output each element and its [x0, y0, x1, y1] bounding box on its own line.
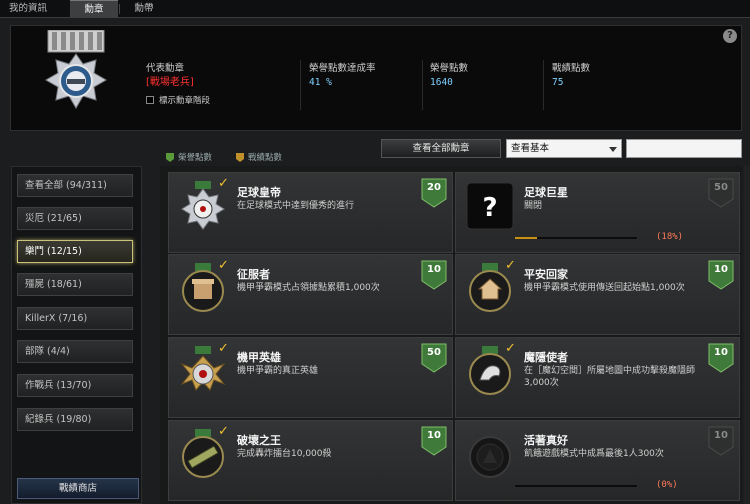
progress-bar: [514, 236, 638, 240]
help-icon[interactable]: ?: [723, 29, 737, 43]
top-tabs: 我的資訊 勳章 勳帶: [0, 0, 750, 18]
combat-points-value: 75: [552, 77, 564, 88]
honor-rate-value: 41 %: [309, 77, 332, 88]
sidebar-item[interactable]: 作戰兵 (13/70): [17, 374, 133, 397]
chevron-down-icon: [609, 147, 617, 152]
honor-points-badge: 10: [708, 426, 734, 456]
view-all-medals-button[interactable]: 查看全部勳章: [381, 139, 501, 158]
honor-badge-icon: [166, 152, 174, 162]
divider: [300, 60, 301, 110]
points-value: 10: [714, 347, 728, 358]
combat-points-label: 戰績點數: [552, 63, 591, 74]
medal-name: 活著真好: [524, 434, 568, 447]
scrollbar[interactable]: [744, 166, 750, 504]
sidebar-item[interactable]: 紀錄兵 (19/80): [17, 408, 133, 431]
points-value: 50: [427, 347, 441, 358]
divider: [422, 60, 423, 110]
honor-points-badge: 10: [708, 343, 734, 373]
medal-description: 關閉: [524, 201, 543, 211]
progress-percent: (0%): [656, 480, 678, 490]
sidebar-item[interactable]: 樂鬥 (12/15): [17, 240, 133, 263]
medal-card[interactable]: 活著真好飢餓遊戲模式中成爲最後1人300次 10 (0%): [455, 420, 740, 501]
medal-name: 破壞之王: [237, 434, 281, 447]
honor-points-value: 1640: [430, 77, 453, 88]
medal-description: 飢餓遊戲模式中成爲最後1人300次: [524, 449, 664, 459]
medal-description: 在［魔幻空間］所屬地圖中成功擊殺魔隱師3,000次: [524, 366, 696, 388]
medal-card[interactable]: ? 足球巨星關閉 50 (18%): [455, 172, 740, 253]
honor-points-label: 榮譽點數: [430, 63, 469, 74]
checkmark-icon: ✓: [218, 176, 229, 191]
rep-medal-label: 代表勳章: [146, 63, 185, 74]
sidebar-item[interactable]: 災厄 (21/65): [17, 207, 133, 230]
filter-select[interactable]: 查看基本: [506, 139, 622, 158]
medal-name: 魔隱使者: [524, 351, 568, 364]
tab-medals[interactable]: 勳章: [70, 0, 118, 18]
combat-badge-icon: [236, 152, 244, 162]
medal-description: 機甲爭霸模式占領據點累積1,000次: [237, 283, 380, 293]
honor-points-badge: 10: [421, 426, 447, 456]
medal-name: 足球皇帝: [237, 186, 281, 199]
survivor-medal-icon: [469, 436, 511, 478]
checkmark-icon: ✓: [505, 341, 516, 356]
medal-card[interactable]: ✓ 征服者機甲爭霸模式占領據點累積1,000次 10: [168, 254, 453, 335]
medal-description: 機甲爭霸的真正英雄: [237, 366, 319, 376]
legend-honor: 榮譽點數: [166, 151, 212, 163]
sidebar-item[interactable]: 部隊 (4/4): [17, 340, 133, 363]
medal-card[interactable]: ✓ 機甲英雄機甲爭霸的真正英雄 50: [168, 337, 453, 418]
show-grade-label: 標示勳章階段: [159, 96, 211, 106]
progress-percent: (18%): [656, 232, 684, 242]
medal-card[interactable]: ✓ 足球皇帝在足球模式中達到優秀的進行 20: [168, 172, 453, 253]
medal-name: 征服者: [237, 268, 270, 281]
question-icon: ?: [466, 182, 514, 230]
medal-description: 機甲爭霸模式使用傳送回起始點1,000次: [524, 283, 685, 293]
tab-my-info[interactable]: 我的資訊: [0, 0, 56, 18]
honor-points-badge: 50: [421, 343, 447, 373]
points-value: 10: [427, 430, 441, 441]
medal-summary-panel: [10, 25, 742, 131]
checkmark-icon: ✓: [505, 258, 516, 273]
sidebar-item[interactable]: 查看全部 (94/311): [17, 174, 133, 197]
sidebar-item[interactable]: KillerX (7/16): [17, 307, 133, 330]
honor-points-badge: 20: [421, 178, 447, 208]
checkmark-icon: ✓: [218, 341, 229, 356]
sidebar-item[interactable]: 殭屍 (18/61): [17, 273, 133, 296]
search-input[interactable]: [626, 139, 742, 158]
divider: [543, 60, 544, 110]
honor-rate-label: 榮譽點數達成率: [309, 63, 376, 74]
checkmark-icon: ✓: [218, 424, 229, 439]
checkmark-icon: ✓: [218, 258, 229, 273]
points-value: 10: [714, 430, 728, 441]
medal-description: 完成轟炸擂台10,000殺: [237, 449, 332, 459]
medal-card[interactable]: ✓ 平安回家機甲爭霸模式使用傳送回起始點1,000次 10: [455, 254, 740, 335]
legend-combat: 戰績點數: [236, 151, 282, 163]
medal-name: 平安回家: [524, 268, 568, 281]
honor-points-badge: 10: [708, 260, 734, 290]
svg-text:?: ?: [482, 193, 497, 223]
progress-bar: [514, 484, 638, 488]
combat-shop-button[interactable]: 戰績商店: [17, 478, 139, 499]
honor-points-badge: 10: [421, 260, 447, 290]
show-grade-checkbox[interactable]: [146, 96, 154, 104]
medal-description: 在足球模式中達到優秀的進行: [237, 201, 355, 211]
points-value: 10: [427, 264, 441, 275]
points-value: 50: [714, 182, 728, 193]
honor-points-badge: 50: [708, 178, 734, 208]
rep-medal-name: [戰場老兵]: [146, 77, 194, 88]
representative-medal-icon: [45, 30, 107, 109]
points-value: 10: [714, 264, 728, 275]
points-value: 20: [427, 182, 441, 193]
medal-name: 機甲英雄: [237, 351, 281, 364]
progress-fill: [515, 237, 537, 239]
medal-card[interactable]: ✓ 魔隱使者在［魔幻空間］所屬地圖中成功擊殺魔隱師3,000次 10: [455, 337, 740, 418]
tab-ribbons[interactable]: 勳帶: [119, 0, 164, 18]
medal-card[interactable]: ✓ 破壞之王完成轟炸擂台10,000殺 10: [168, 420, 453, 501]
medal-name: 足球巨星: [524, 186, 568, 199]
